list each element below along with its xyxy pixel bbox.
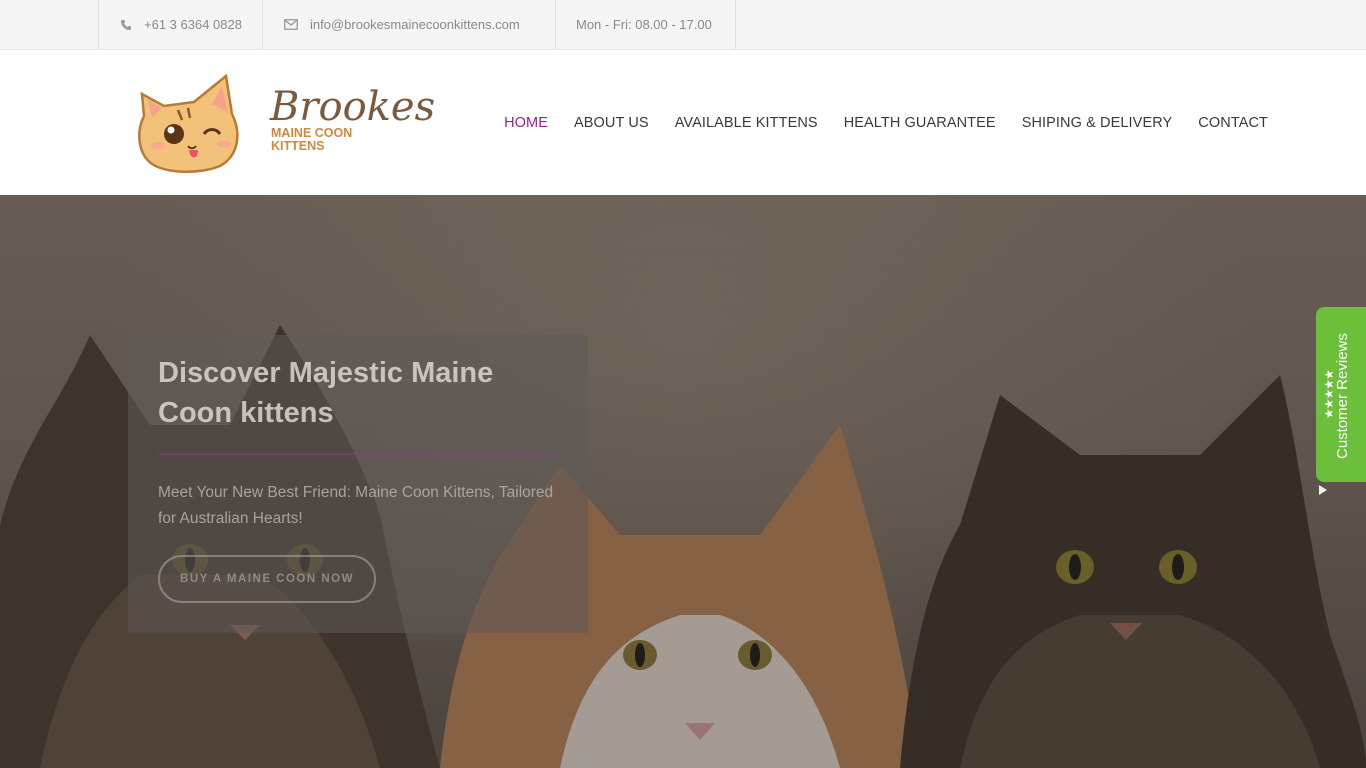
cat-mascot-icon bbox=[138, 74, 239, 174]
customer-reviews-tab[interactable]: Customer Reviews ★★★★★ bbox=[1316, 307, 1366, 482]
topbar-hours: Mon - Fri: 08.00 - 17.00 bbox=[555, 0, 736, 49]
site-header: Brookes MAINE COON KITTENS HOME ABOUT US… bbox=[0, 50, 1366, 195]
nav-home[interactable]: HOME bbox=[504, 115, 548, 131]
logo-sub-line2: KITTENS bbox=[271, 139, 325, 153]
hero-caption-box: Discover Majestic Maine Coon kittens Mee… bbox=[128, 335, 588, 633]
topbar-email[interactable]: info@brookesmainecoonkittens.com bbox=[262, 0, 556, 49]
star-rating-icon: ★★★★★ bbox=[1322, 370, 1336, 419]
envelope-icon bbox=[284, 19, 298, 30]
phone-icon bbox=[120, 19, 132, 31]
hero-subtitle: Meet Your New Best Friend: Maine Coon Ki… bbox=[158, 484, 554, 527]
logo-brand-text: Brookes bbox=[270, 84, 436, 130]
nav-health-guarantee[interactable]: HEALTH GUARANTEE bbox=[844, 115, 996, 131]
hero-divider bbox=[158, 453, 558, 455]
main-navigation: HOME ABOUT US AVAILABLE KITTENS HEALTH G… bbox=[478, 50, 1268, 195]
topbar-phone[interactable]: +61 3 6364 0828 bbox=[98, 0, 263, 49]
hero-slider: Discover Majestic Maine Coon kittens Mee… bbox=[0, 195, 1366, 768]
top-info-bar: +61 3 6364 0828 info@brookesmainecoonkit… bbox=[0, 0, 1366, 50]
nav-contact[interactable]: CONTACT bbox=[1198, 115, 1268, 131]
nav-about-us[interactable]: ABOUT US bbox=[574, 115, 649, 131]
play-arrow-icon[interactable] bbox=[1319, 485, 1327, 495]
reviews-label: Customer Reviews bbox=[1334, 333, 1351, 459]
logo-subtitle: MAINE COON KITTENS bbox=[271, 127, 352, 153]
hours-text: Mon - Fri: 08.00 - 17.00 bbox=[576, 17, 712, 32]
buy-maine-coon-button[interactable]: BUY A MAINE COON NOW bbox=[158, 555, 376, 603]
email-text: info@brookesmainecoonkittens.com bbox=[310, 17, 520, 32]
nav-shipping-delivery[interactable]: SHIPING & DELIVERY bbox=[1022, 115, 1173, 131]
phone-text: +61 3 6364 0828 bbox=[144, 17, 242, 32]
site-logo[interactable]: Brookes MAINE COON KITTENS bbox=[134, 74, 435, 174]
hero-title: Discover Majestic Maine Coon kittens bbox=[158, 357, 494, 429]
nav-available-kittens[interactable]: AVAILABLE KITTENS bbox=[675, 115, 818, 131]
